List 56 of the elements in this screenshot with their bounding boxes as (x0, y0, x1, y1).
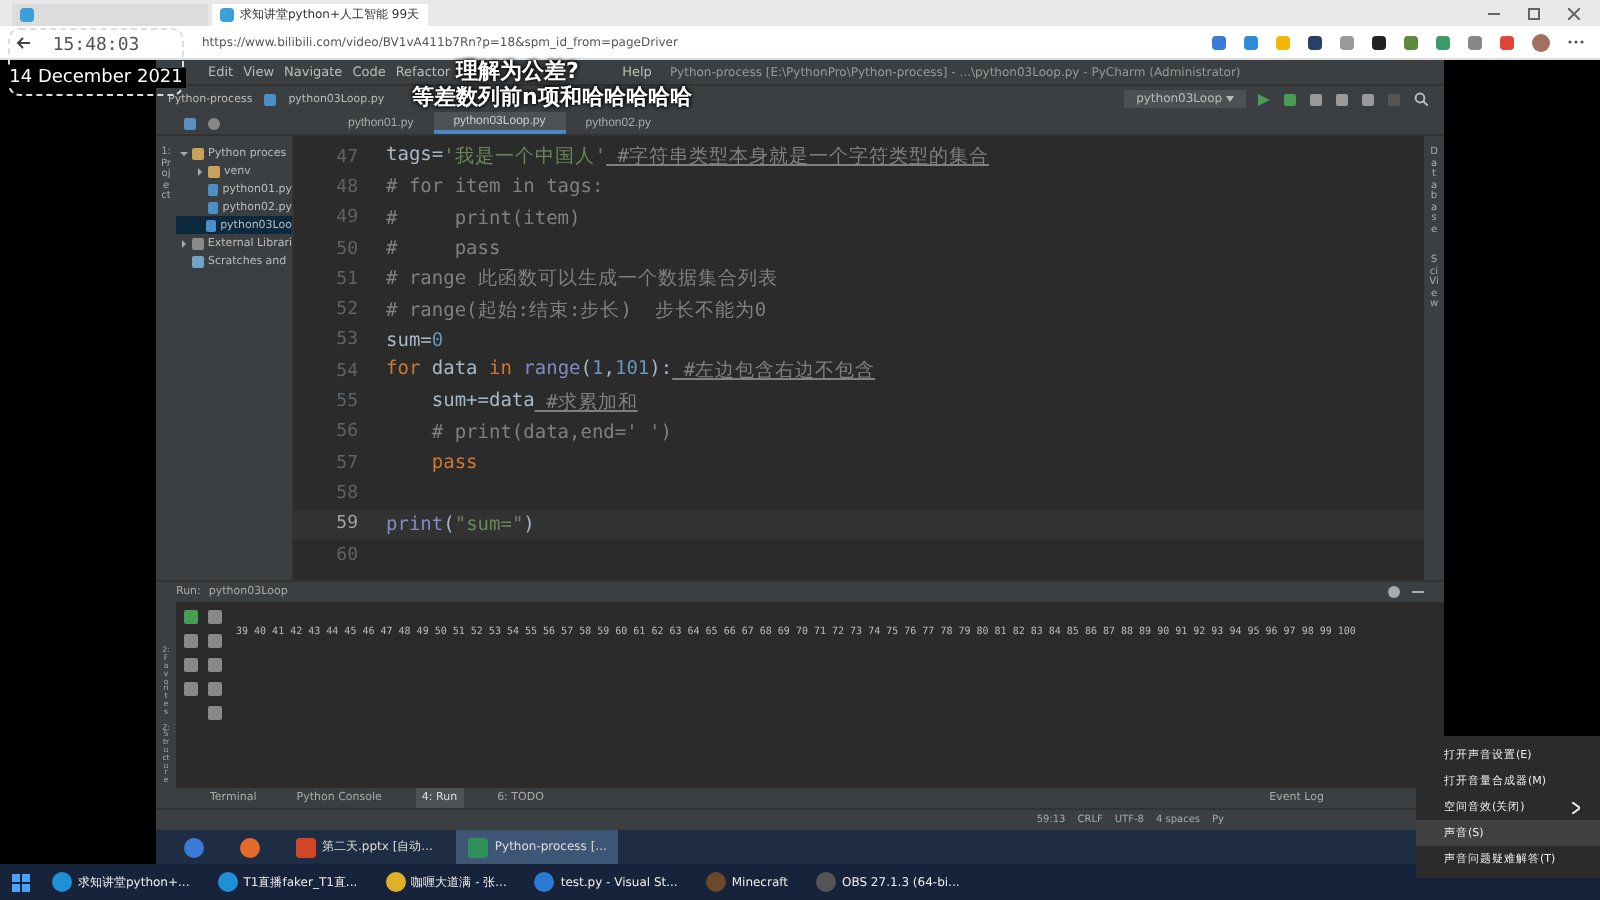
windows-icon[interactable] (12, 873, 30, 891)
python-file-icon (264, 93, 277, 105)
play-icon[interactable] (1258, 93, 1270, 105)
caret-icon (1226, 96, 1234, 102)
code-line: sum+=data #求累加和 (429, 389, 638, 416)
code-line: for data in range(1,101): #左边包含右边不包含 (386, 358, 876, 385)
chevron-right-icon (1572, 801, 1580, 813)
back-icon[interactable] (16, 35, 30, 49)
line-number: 60 (334, 545, 360, 565)
code-line: # print(item) (386, 207, 581, 230)
line-number: 58 (334, 483, 360, 504)
minimize-icon[interactable] (1412, 586, 1424, 598)
app-icon (52, 872, 72, 892)
line-number: 53 (334, 330, 360, 351)
chevron-down-icon[interactable] (180, 149, 188, 157)
minimize-icon[interactable] (1488, 7, 1500, 19)
restore-icon[interactable] (1528, 7, 1540, 19)
code-line: tags='我是一个中国人' #字符串类型本身就是一个字符类型的集合 (386, 144, 990, 171)
code-line: print("sum=") (386, 513, 535, 536)
line-number: 56 (334, 422, 360, 443)
app-icon (240, 837, 260, 857)
subtitle: 理解为公差? (456, 60, 579, 84)
app-icon (534, 872, 555, 892)
line-number: 59 (334, 514, 360, 535)
line-number: 48 (334, 177, 360, 198)
code-line: sum=0 (386, 329, 444, 352)
chevron-right-icon[interactable] (196, 167, 204, 175)
code-line: # range(起始:结束:步长) 步长不能为0 (386, 297, 767, 324)
app-icon (815, 872, 836, 892)
code-line: # range 此函数可以生成一个数据集合列表 (386, 266, 778, 293)
app-icon (184, 837, 204, 857)
line-number: 47 (334, 147, 360, 168)
line-number: 50 (334, 239, 360, 260)
app-icon (468, 837, 489, 857)
line-number: 52 (334, 300, 360, 321)
code-line: # print(data,end=' ') (429, 421, 672, 444)
line-number: 49 (334, 208, 360, 229)
avatar[interactable] (1532, 33, 1550, 51)
line-number: 51 (334, 269, 360, 290)
code-line: pass (429, 452, 478, 475)
app-icon (385, 872, 406, 892)
date-overlay: 14 December 2021 (5, 68, 187, 88)
subtitle: 等差数列前n项和哈哈哈哈哈 (412, 86, 692, 110)
app-icon (705, 872, 726, 892)
clock-overlay: 15:48:03 (52, 36, 140, 56)
line-number: 54 (334, 361, 360, 382)
browser-tab[interactable] (12, 4, 208, 26)
code-line: # pass (386, 238, 501, 261)
line-number: 55 (334, 392, 360, 413)
app-icon (217, 872, 238, 892)
app-icon (296, 837, 316, 857)
close-icon[interactable] (1568, 7, 1580, 19)
line-number: 57 (334, 453, 360, 474)
search-icon[interactable] (1414, 92, 1428, 106)
chevron-right-icon[interactable] (180, 239, 188, 247)
code-line: # for item in tags: (386, 176, 604, 199)
